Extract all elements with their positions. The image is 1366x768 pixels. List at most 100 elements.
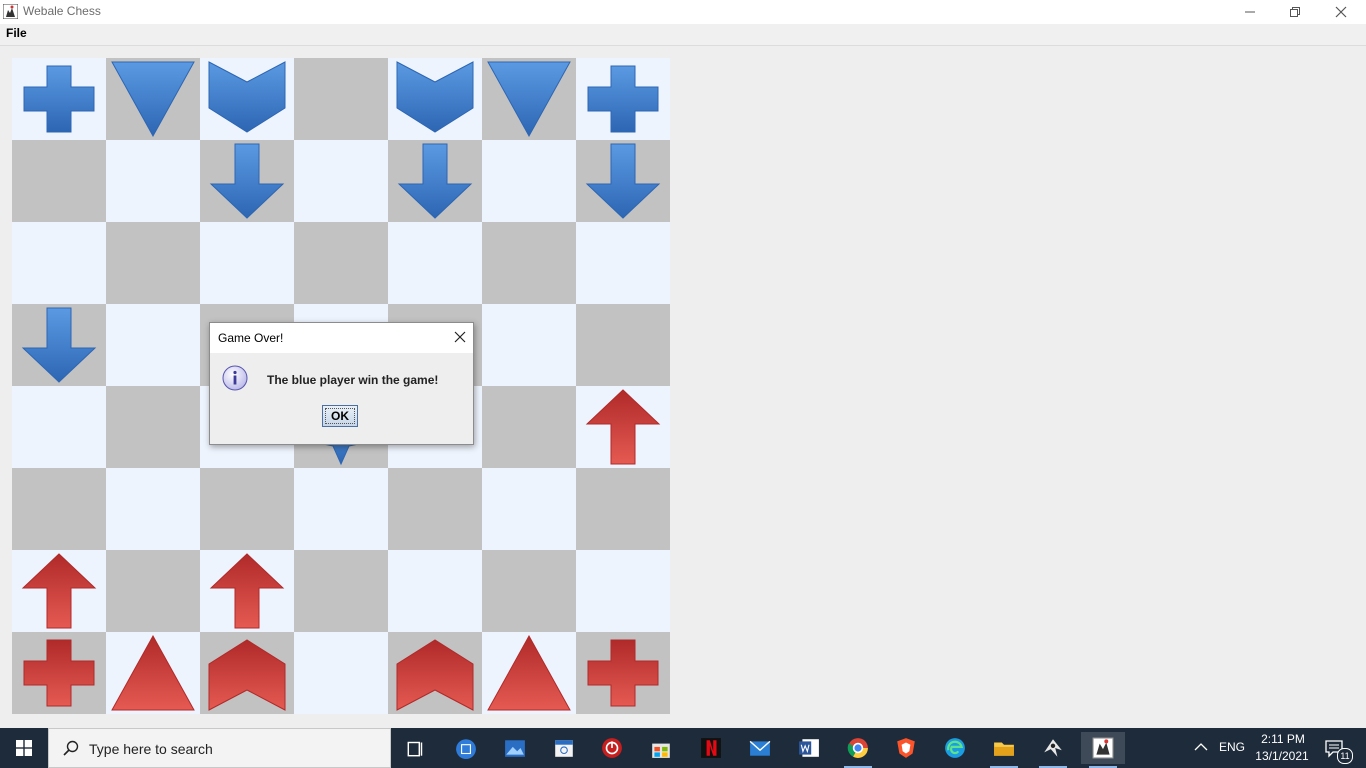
ok-button[interactable]: OK [322, 405, 358, 427]
red-arrow-piece[interactable] [200, 550, 294, 632]
close-window-button[interactable] [1318, 0, 1364, 24]
blue-arrow-piece[interactable] [12, 304, 106, 386]
board-cell[interactable] [482, 222, 576, 304]
taskbar-app-button[interactable] [590, 732, 634, 764]
board-cell[interactable] [12, 304, 106, 386]
board-cell[interactable] [576, 140, 670, 222]
board-cell[interactable] [482, 386, 576, 468]
board-cell[interactable] [388, 222, 482, 304]
taskbar-app-button[interactable] [884, 732, 928, 764]
blue-triangle-piece[interactable] [482, 58, 576, 140]
blue-triangle-piece[interactable] [106, 58, 200, 140]
board-cell[interactable] [12, 386, 106, 468]
board-cell[interactable] [388, 468, 482, 550]
photos-icon [505, 740, 525, 757]
board-cell[interactable] [12, 222, 106, 304]
start-button[interactable] [0, 728, 48, 768]
board-cell[interactable] [294, 58, 388, 140]
board-cell[interactable] [294, 468, 388, 550]
board-cell[interactable] [576, 222, 670, 304]
board-cell[interactable] [12, 140, 106, 222]
board-cell[interactable] [106, 140, 200, 222]
red-chevron-piece[interactable] [200, 632, 294, 714]
board-cell[interactable] [576, 468, 670, 550]
board-cell[interactable] [576, 632, 670, 714]
board-cell[interactable] [200, 632, 294, 714]
taskbar-app-button[interactable] [394, 732, 438, 764]
board-cell[interactable] [482, 632, 576, 714]
board-cell[interactable] [200, 140, 294, 222]
taskbar-app-button[interactable] [444, 732, 488, 764]
board-cell[interactable] [106, 632, 200, 714]
board-cell[interactable] [294, 222, 388, 304]
board-cell[interactable] [294, 550, 388, 632]
board-cell[interactable] [388, 140, 482, 222]
blue-plus-piece[interactable] [12, 58, 106, 140]
board-cell[interactable] [482, 468, 576, 550]
blue-arrow-piece[interactable] [200, 140, 294, 222]
board-cell[interactable] [106, 304, 200, 386]
board-cell[interactable] [388, 58, 482, 140]
board-cell[interactable] [388, 550, 482, 632]
blue-arrow-piece[interactable] [576, 140, 670, 222]
board-cell[interactable] [482, 304, 576, 386]
taskbar-app-button[interactable] [836, 732, 880, 768]
board-cell[interactable] [200, 222, 294, 304]
board-cell[interactable] [576, 58, 670, 140]
board-cell[interactable] [12, 468, 106, 550]
board-cell[interactable] [106, 468, 200, 550]
piece-shape [587, 639, 659, 707]
clock-time[interactable]: 2:11 PM [1258, 732, 1308, 746]
board-cell[interactable] [294, 632, 388, 714]
board-cell[interactable] [482, 140, 576, 222]
board-cell[interactable] [200, 468, 294, 550]
red-plus-piece[interactable] [12, 632, 106, 714]
blue-chevron-piece[interactable] [200, 58, 294, 140]
red-arrow-piece[interactable] [12, 550, 106, 632]
restore-button[interactable] [1272, 0, 1318, 24]
board-cell[interactable] [12, 550, 106, 632]
board-cell[interactable] [106, 222, 200, 304]
board-cell[interactable] [388, 632, 482, 714]
red-chevron-piece[interactable] [388, 632, 482, 714]
board-cell[interactable] [106, 550, 200, 632]
minimize-button[interactable] [1227, 0, 1273, 24]
blue-arrow-piece[interactable] [388, 140, 482, 222]
board-cell[interactable] [482, 58, 576, 140]
chevron-up-icon[interactable] [1194, 742, 1208, 752]
red-arrow-piece[interactable] [576, 386, 670, 468]
close-icon[interactable] [453, 330, 467, 344]
taskbar-app-button[interactable] [738, 732, 782, 764]
board-cell[interactable] [576, 304, 670, 386]
board-cell[interactable] [200, 550, 294, 632]
taskbar-app-button[interactable] [493, 732, 537, 764]
webale-chess-icon [1092, 737, 1114, 759]
board-cell[interactable] [482, 550, 576, 632]
taskbar-app-button[interactable] [1081, 732, 1125, 768]
taskbar-app-button[interactable] [933, 732, 977, 764]
taskbar-app-button[interactable] [689, 732, 733, 764]
board-cell[interactable] [106, 386, 200, 468]
taskbar-app-button[interactable] [1031, 732, 1075, 768]
language-indicator[interactable]: ENG [1219, 740, 1245, 754]
taskbar-app-button[interactable] [787, 732, 831, 764]
taskbar-app-button[interactable] [982, 732, 1026, 768]
red-triangle-piece[interactable] [482, 632, 576, 714]
blue-chevron-piece[interactable] [388, 58, 482, 140]
taskbar-app-button[interactable] [542, 732, 586, 764]
red-plus-piece[interactable] [576, 632, 670, 714]
board-cell[interactable] [294, 140, 388, 222]
action-center-button[interactable]: 11 [1318, 732, 1358, 764]
menu-file[interactable]: File [6, 26, 27, 40]
board-cell[interactable] [200, 58, 294, 140]
board-cell[interactable] [576, 550, 670, 632]
board-cell[interactable] [106, 58, 200, 140]
board-cell[interactable] [12, 58, 106, 140]
taskbar-search-box[interactable]: Type here to search [48, 728, 391, 768]
taskbar-app-button[interactable] [639, 732, 683, 764]
blue-plus-piece[interactable] [576, 58, 670, 140]
clock-date[interactable]: 13/1/2021 [1252, 749, 1312, 763]
red-triangle-piece[interactable] [106, 632, 200, 714]
board-cell[interactable] [12, 632, 106, 714]
board-cell[interactable] [576, 386, 670, 468]
